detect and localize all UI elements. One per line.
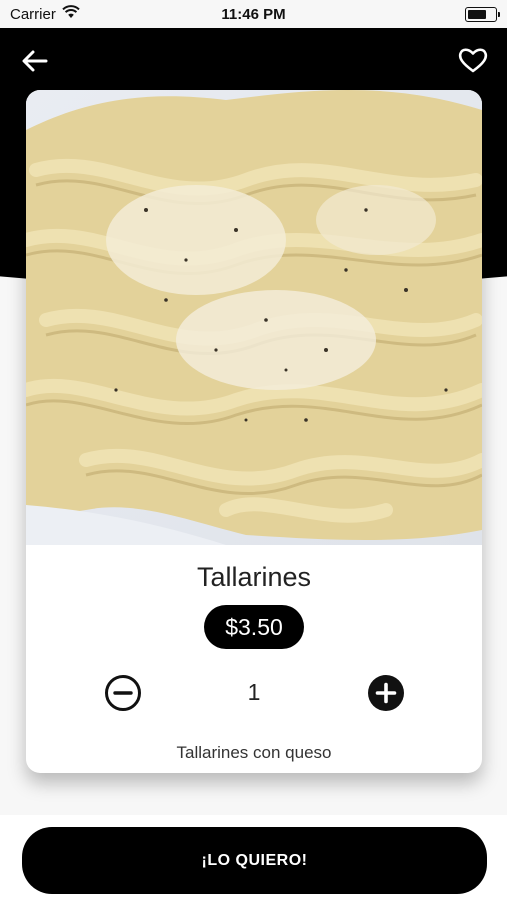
plus-circle-icon	[368, 675, 404, 711]
status-bar: Carrier 11:46 PM	[0, 0, 507, 28]
back-button[interactable]	[20, 46, 50, 76]
product-name: Tallarines	[196, 562, 312, 592]
product-card: Tallarines $3.50 1 Tallarines con queso	[26, 90, 482, 773]
want-it-button[interactable]: ¡LO QUIERO!	[22, 827, 487, 894]
increase-quantity-button[interactable]	[367, 674, 405, 712]
dish-image	[26, 90, 482, 545]
status-time: 11:46 PM	[221, 5, 286, 23]
battery-icon	[465, 6, 500, 22]
arrow-left-icon	[22, 50, 48, 72]
quantity-value: 1	[247, 679, 261, 705]
favorite-button[interactable]	[457, 44, 489, 76]
quantity-stepper: 1	[26, 673, 482, 713]
heart-outline-icon	[458, 48, 488, 73]
price-badge: $3.50	[204, 605, 304, 649]
product-description: Tallarines con queso	[176, 743, 332, 762]
